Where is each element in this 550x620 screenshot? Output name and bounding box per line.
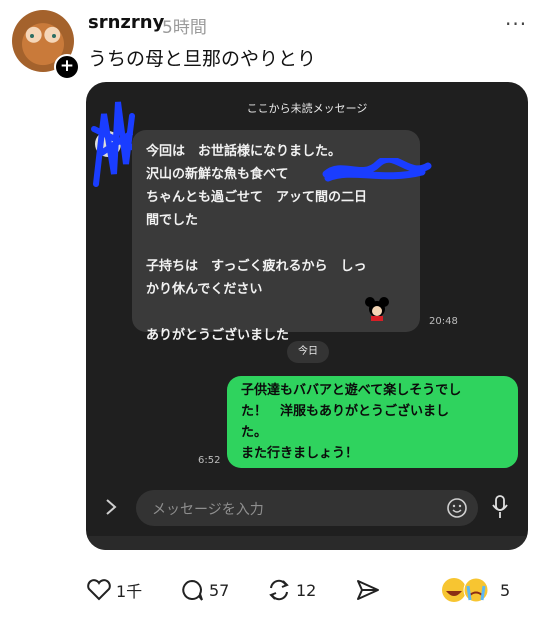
reply-button[interactable]: 57 — [179, 578, 229, 602]
username[interactable]: srnzrny — [88, 12, 164, 33]
mickey-emoji-icon — [365, 297, 389, 321]
sent-time: 6:52 — [198, 455, 221, 466]
like-count: 1千 — [116, 582, 143, 601]
message-input[interactable]: メッセージを入力 — [136, 490, 478, 526]
mic-icon[interactable] — [490, 494, 510, 520]
received-message-bubble: 今回は お世話様になりました。 沢山の新鮮な魚も食べて ちゃんとも過ごせて アッ… — [132, 130, 432, 343]
chevron-right-icon[interactable] — [104, 497, 118, 523]
share-button[interactable] — [355, 578, 381, 602]
repost-count: 12 — [296, 580, 317, 600]
reaction-count: 5 — [500, 580, 511, 600]
reply-count: 57 — [209, 580, 230, 600]
like-button[interactable]: 1千 — [86, 578, 142, 602]
received-time: 20:48 — [429, 316, 458, 327]
emoji-icon[interactable] — [446, 497, 468, 519]
laughing-crying-emoji-icon — [442, 577, 489, 603]
unread-divider: ここから未読メッセージ — [246, 102, 368, 115]
name-redaction-scribble — [322, 158, 432, 182]
post-time: 5時間 — [162, 18, 207, 38]
repost-icon — [269, 579, 289, 601]
date-divider: 今日 — [287, 341, 329, 363]
post-text: うちの母と旦那のやりとり — [88, 48, 317, 70]
chat-screenshot[interactable]: ここから未読メッセージ 今回は お世話様になりました。 沢山の新鮮な魚も食べて … — [86, 82, 528, 550]
comment-icon — [182, 579, 203, 601]
sent-message-bubble: 子供達もババアと遊べて楽しそうでし た！ 洋服もありがとうございまし た。 また… — [227, 376, 518, 468]
repost-button[interactable]: 12 — [266, 578, 316, 602]
more-dots-icon[interactable]: ··· — [505, 12, 527, 36]
bottom-strip — [86, 536, 528, 550]
sent-message-text: 子供達もババアと遊べて楽しそうでし た！ 洋服もありがとうございまし た。 また… — [241, 383, 462, 461]
send-icon — [357, 580, 379, 600]
heart-icon — [87, 579, 111, 601]
reactions[interactable]: 5 — [440, 576, 510, 604]
follow-plus-icon[interactable]: + — [54, 54, 80, 80]
message-input-placeholder: メッセージを入力 — [152, 502, 264, 518]
action-bar: 1千 57 12 5 — [0, 570, 550, 610]
